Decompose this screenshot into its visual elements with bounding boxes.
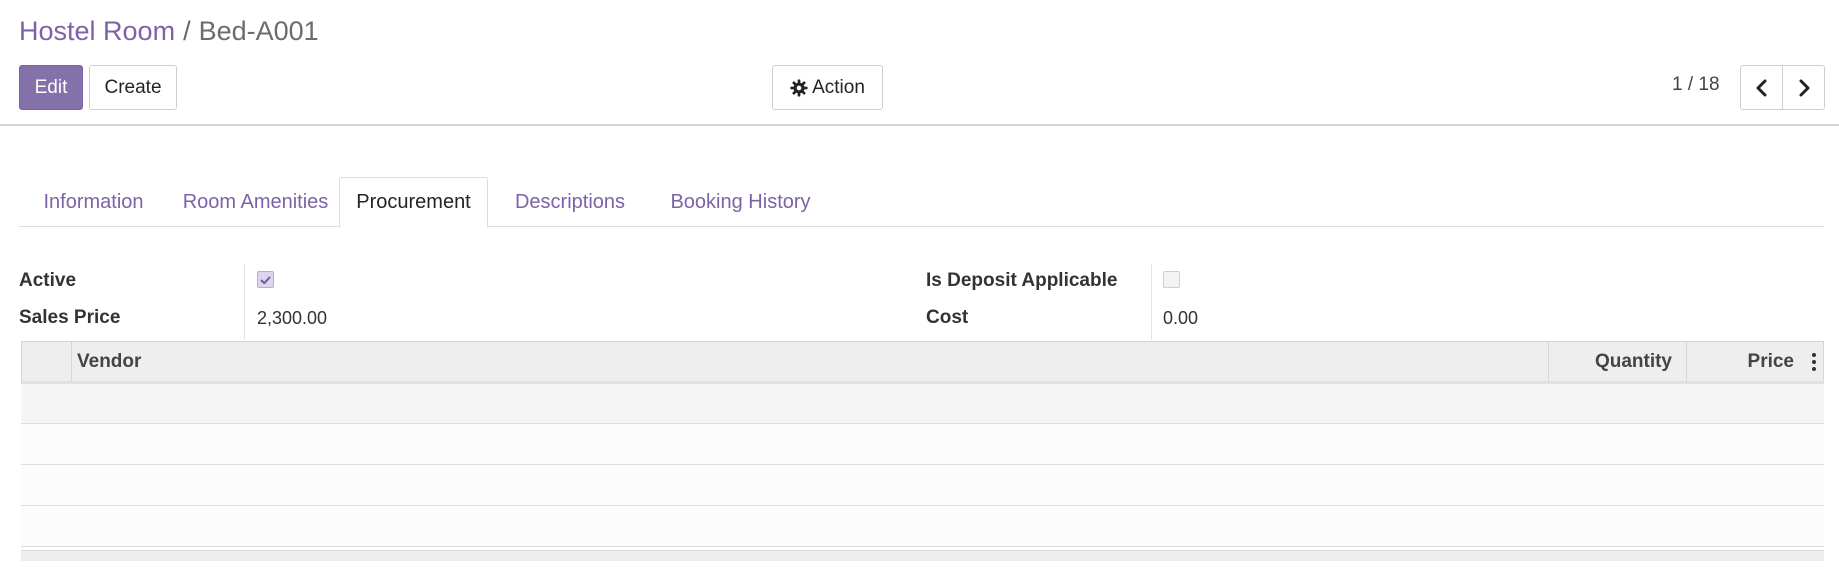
pager-value[interactable]: 1 / 18 (1672, 74, 1720, 96)
pager-next-button[interactable] (1782, 65, 1825, 110)
breadcrumb-separator: / (183, 16, 191, 46)
sales-price-value[interactable]: 2,300.00 (257, 308, 327, 329)
pager-previous-button[interactable] (1740, 65, 1783, 110)
cost-label: Cost (926, 307, 969, 328)
tab-information[interactable]: Information (19, 177, 168, 227)
column-header-price[interactable]: Price (1687, 342, 1800, 382)
vendor-table: Vendor Quantity Price (21, 341, 1824, 561)
breadcrumb-current: Bed-A001 (198, 16, 319, 46)
table-header: Vendor Quantity Price (21, 341, 1824, 384)
action-button-label: Action (812, 76, 865, 98)
cost-value[interactable]: 0.00 (1163, 308, 1198, 329)
table-row (21, 384, 1824, 424)
deposit-applicable-checkbox[interactable] (1163, 271, 1180, 288)
sales-price-label: Sales Price (19, 307, 121, 328)
tab-descriptions[interactable]: Descriptions (488, 177, 652, 227)
kebab-menu-icon[interactable] (1811, 353, 1817, 371)
action-button[interactable]: Action (772, 65, 883, 110)
field-divider (244, 264, 245, 340)
table-row (21, 466, 1824, 506)
table-row (21, 507, 1824, 547)
active-checkbox[interactable] (257, 271, 274, 288)
breadcrumb-parent-link[interactable]: Hostel Room (19, 16, 175, 46)
notebook-tabs: Information Room Amenities Procurement D… (19, 177, 1824, 228)
table-row (21, 425, 1824, 465)
column-header-quantity[interactable]: Quantity (1549, 342, 1680, 382)
chevron-left-icon (1756, 79, 1766, 96)
tab-room-amenities[interactable]: Room Amenities (170, 177, 341, 227)
deposit-applicable-label: Is Deposit Applicable (926, 270, 1118, 291)
checkmark-icon (260, 276, 271, 285)
tab-procurement[interactable]: Procurement (339, 177, 488, 228)
edit-button[interactable]: Edit (19, 65, 83, 110)
column-divider (71, 342, 72, 382)
tab-booking-history[interactable]: Booking History (653, 177, 828, 227)
control-panel: Hostel Room / Bed-A001 Edit Create Action … (0, 0, 1839, 126)
column-header-vendor[interactable]: Vendor (77, 342, 141, 382)
breadcrumb: Hostel Room / Bed-A001 (19, 14, 319, 48)
field-divider (1151, 264, 1152, 340)
gear-icon (790, 78, 808, 97)
table-footer (21, 550, 1824, 561)
active-label: Active (19, 270, 77, 291)
chevron-right-icon (1799, 79, 1809, 96)
create-button[interactable]: Create (89, 65, 177, 110)
